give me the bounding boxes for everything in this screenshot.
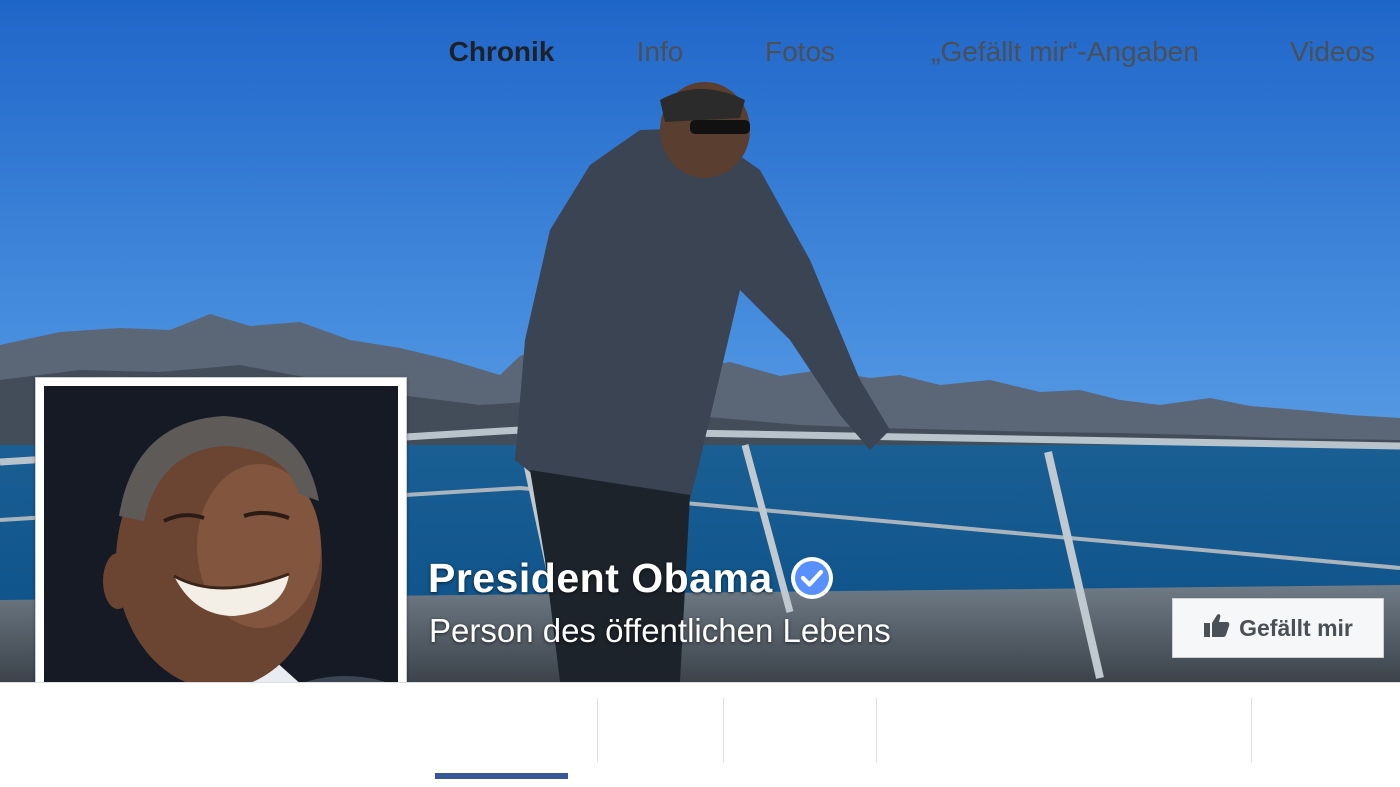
page-category: Person des öffentlichen Lebens — [429, 612, 891, 649]
tab-info[interactable]: Info — [610, 0, 710, 104]
page-name-text[interactable]: President Obama — [428, 555, 773, 602]
tab-divider — [723, 698, 724, 762]
page-title[interactable]: President Obama — [428, 552, 835, 604]
active-tab-indicator — [435, 773, 568, 779]
tab-fotos[interactable]: Fotos — [740, 0, 860, 104]
thumbs-up-icon — [1203, 613, 1230, 643]
tab-divider — [597, 698, 598, 762]
tab-divider — [876, 698, 877, 762]
like-button[interactable]: Gefällt mir — [1172, 598, 1384, 658]
tab-videos[interactable]: Videos — [1270, 0, 1395, 104]
tab-likes[interactable]: „Gefällt mir“-Angaben — [895, 0, 1235, 104]
tab-chronik[interactable]: Chronik — [431, 0, 572, 104]
page-tabs — [0, 682, 1400, 787]
like-button-label: Gefällt mir — [1239, 614, 1353, 641]
tab-divider — [1251, 698, 1252, 762]
verified-badge-icon — [789, 555, 835, 601]
